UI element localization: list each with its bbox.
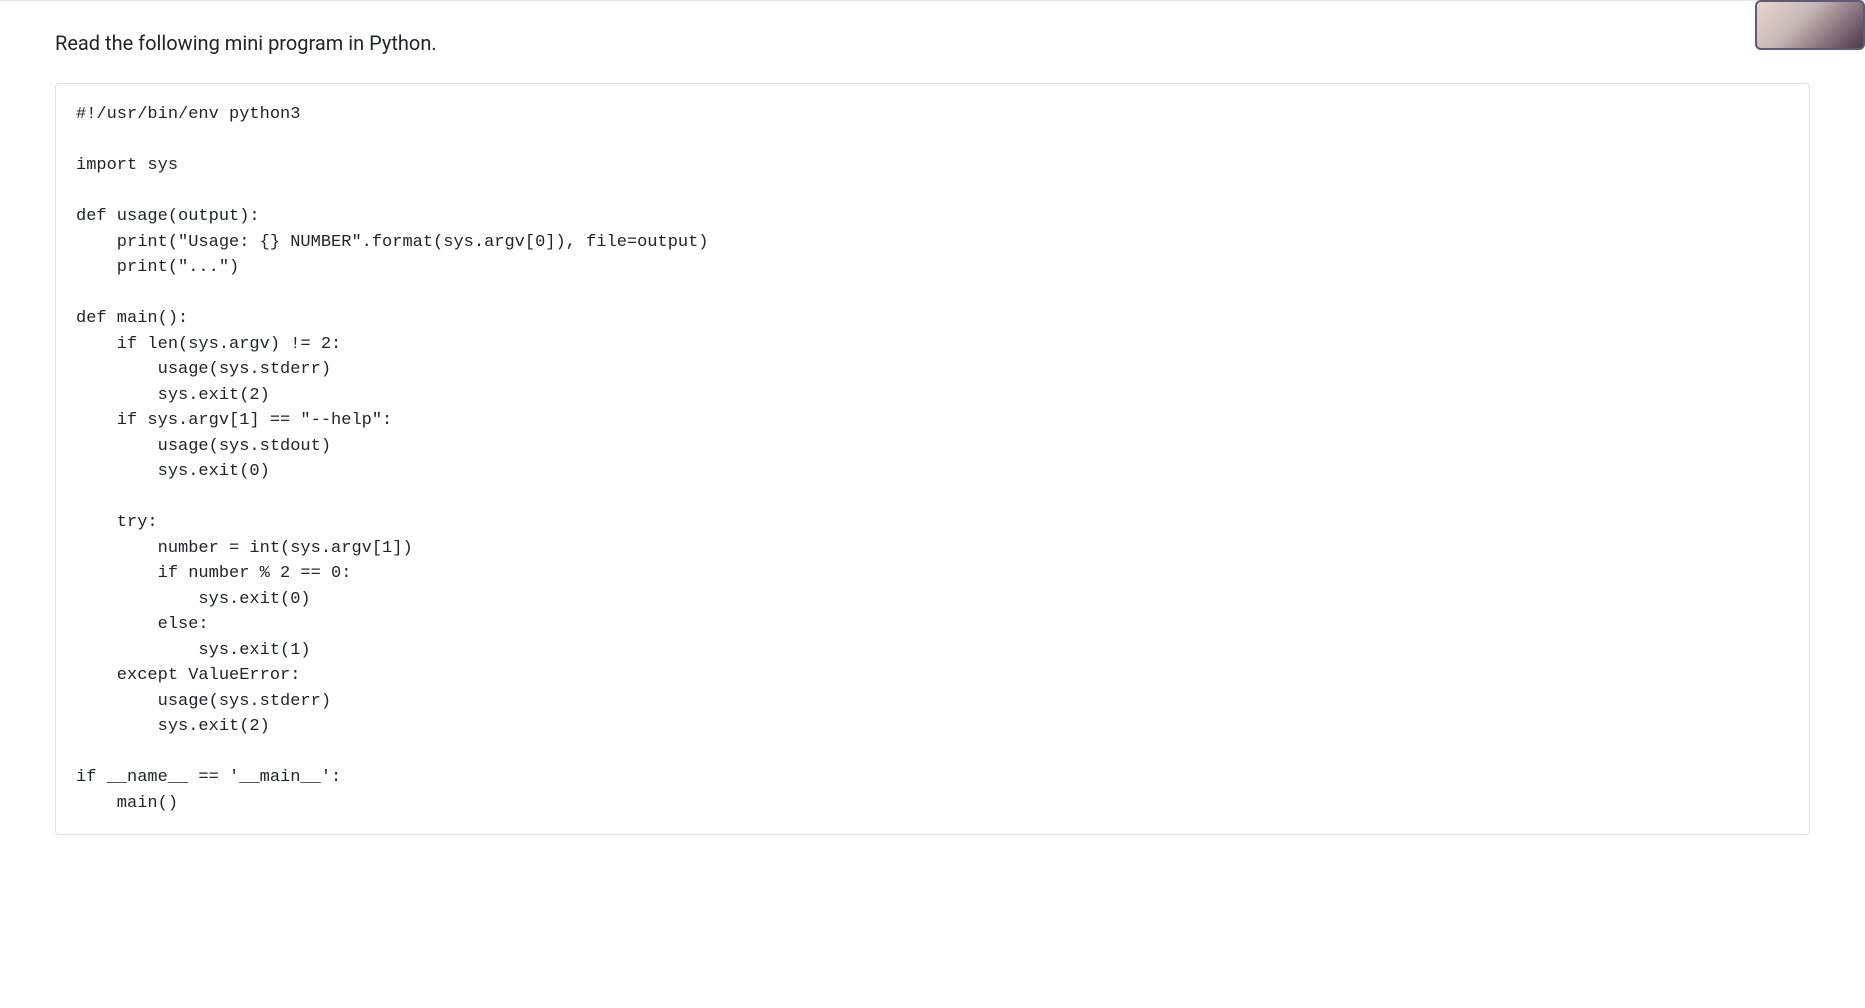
main-container: Read the following mini program in Pytho… [0, 1, 1865, 865]
code-block: #!/usr/bin/env python3 import sys def us… [55, 83, 1810, 835]
intro-text: Read the following mini program in Pytho… [55, 31, 1810, 55]
corner-thumbnail [1755, 0, 1865, 50]
